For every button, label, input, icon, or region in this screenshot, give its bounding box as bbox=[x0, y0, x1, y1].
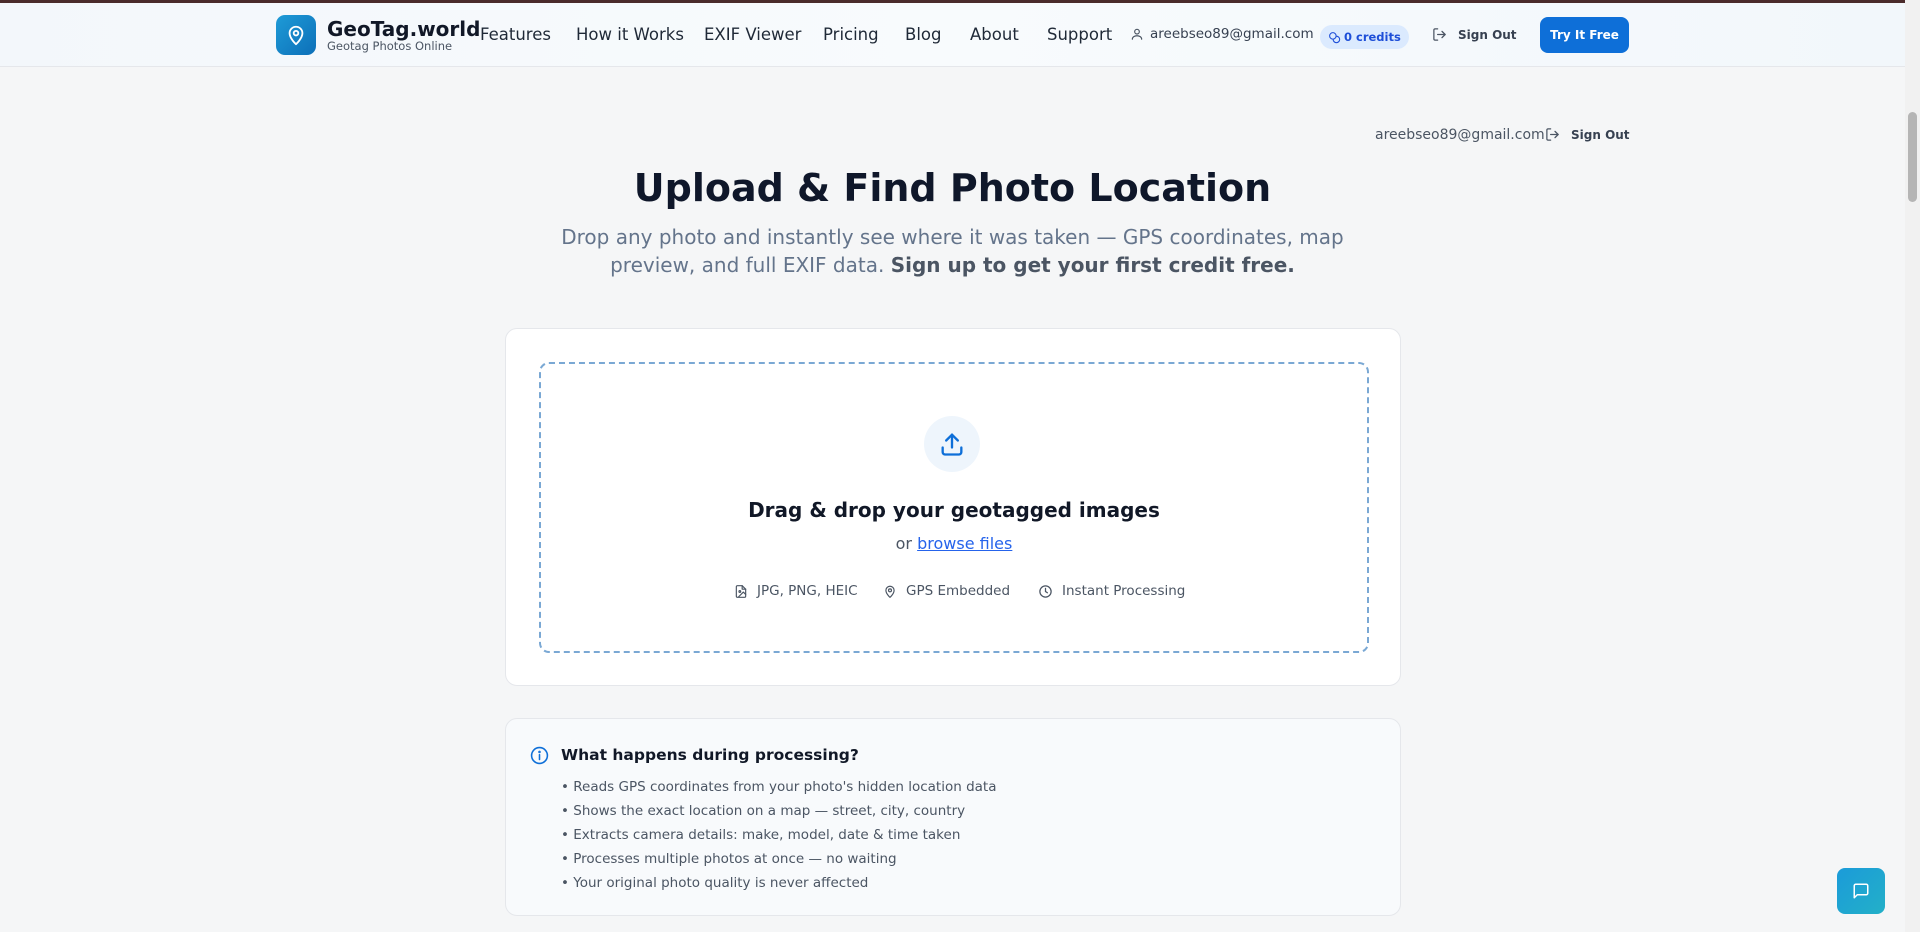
info-list-item: • Reads GPS coordinates from your photo'… bbox=[561, 779, 997, 795]
nav-link-how-it-works[interactable]: How it Works bbox=[576, 25, 684, 44]
header-user-email: areebseo89@gmail.com bbox=[1375, 127, 1545, 143]
page-title: Upload & Find Photo Location bbox=[633, 166, 1272, 210]
feature-formats: JPG, PNG, HEIC bbox=[734, 583, 858, 599]
image-file-icon bbox=[735, 584, 747, 598]
try-it-free-button[interactable]: Try It Free bbox=[1540, 17, 1629, 53]
credits-count: 0 credits bbox=[1344, 30, 1401, 44]
nav-sign-out-button[interactable]: Sign Out bbox=[1432, 27, 1517, 42]
brand-subtitle: Geotag Photos Online bbox=[327, 38, 453, 53]
nav-link-support[interactable]: Support bbox=[1047, 25, 1112, 44]
nav-link-features[interactable]: Features bbox=[480, 25, 551, 44]
header-sign-out-button[interactable]: Sign Out bbox=[1545, 127, 1630, 142]
map-pin-logo-icon bbox=[276, 15, 316, 55]
chat-widget-button[interactable] bbox=[1837, 868, 1885, 914]
dropzone-browse-line: or browse files bbox=[541, 534, 1367, 553]
dropzone-or-text: or bbox=[895, 534, 913, 553]
feature-speed: Instant Processing bbox=[1038, 583, 1185, 599]
info-title: What happens during processing? bbox=[561, 746, 859, 764]
clock-icon bbox=[1039, 584, 1052, 598]
info-icon bbox=[530, 746, 549, 765]
processing-info-card: What happens during processing? • Reads … bbox=[505, 718, 1401, 916]
info-list-item: • Shows the exact location on a map — st… bbox=[561, 803, 966, 819]
page-scrollbar-thumb[interactable] bbox=[1908, 112, 1917, 202]
upload-dropzone[interactable]: Drag & drop your geotagged images or bro… bbox=[539, 362, 1369, 653]
feature-gps-label: GPS Embedded bbox=[906, 583, 1011, 599]
upload-card: Drag & drop your geotagged images or bro… bbox=[505, 328, 1401, 686]
log-out-icon bbox=[1433, 28, 1446, 41]
nav-user-account[interactable]: areebseo89@gmail.com bbox=[1130, 26, 1314, 42]
nav-link-about[interactable]: About bbox=[970, 25, 1019, 44]
page-subtitle: Drop any photo and instantly see where i… bbox=[560, 223, 1345, 279]
brand-title: GeoTag.world bbox=[327, 16, 481, 41]
header-sign-out-label: Sign Out bbox=[1571, 127, 1630, 142]
user-icon bbox=[1131, 28, 1143, 40]
chat-icon bbox=[1853, 883, 1869, 899]
coins-icon bbox=[1329, 31, 1341, 43]
info-list-item: • Processes multiple photos at once — no… bbox=[561, 851, 897, 867]
feature-formats-label: JPG, PNG, HEIC bbox=[757, 583, 858, 599]
info-list: • Reads GPS coordinates from your photo'… bbox=[561, 775, 996, 895]
log-out-icon bbox=[1546, 128, 1559, 141]
info-list-item: • Your original photo quality is never a… bbox=[561, 875, 869, 891]
nav-link-pricing[interactable]: Pricing bbox=[823, 25, 879, 44]
brand-logo[interactable]: GeoTag.world Geotag Photos Online bbox=[276, 15, 480, 55]
browse-files-link[interactable]: browse files bbox=[917, 534, 1012, 553]
dropzone-title: Drag & drop your geotagged images bbox=[748, 498, 1160, 522]
nav-user-email: areebseo89@gmail.com bbox=[1150, 26, 1314, 42]
info-list-item: • Extracts camera details: make, model, … bbox=[561, 827, 961, 843]
nav-link-exif-viewer[interactable]: EXIF Viewer bbox=[704, 25, 801, 44]
upload-icon bbox=[924, 416, 980, 472]
top-navbar: GeoTag.world Geotag Photos Online Featur… bbox=[0, 3, 1905, 67]
feature-gps: GPS Embedded bbox=[883, 583, 1010, 599]
feature-speed-label: Instant Processing bbox=[1062, 583, 1186, 599]
map-pin-icon bbox=[885, 585, 895, 598]
nav-sign-out-label: Sign Out bbox=[1458, 27, 1517, 42]
subtitle-signup-cta: Sign up to get your first credit free. bbox=[890, 253, 1295, 277]
nav-link-blog[interactable]: Blog bbox=[905, 25, 941, 44]
credits-badge[interactable]: 0 credits bbox=[1320, 25, 1409, 49]
